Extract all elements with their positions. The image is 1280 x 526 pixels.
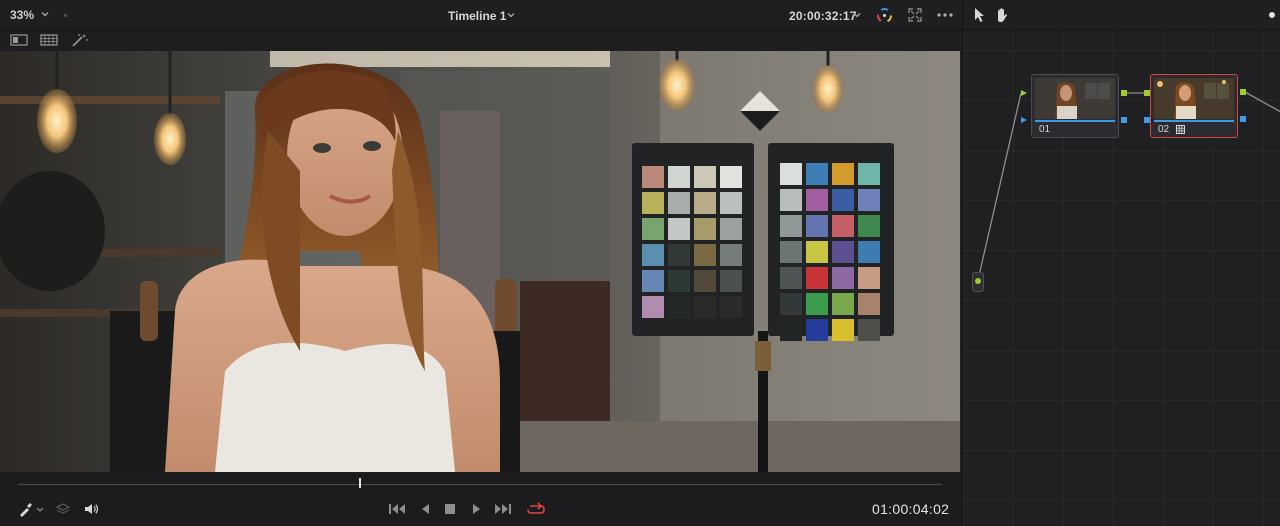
node-label: 02: [1158, 124, 1170, 135]
zoom-level[interactable]: 33%: [10, 8, 34, 22]
grid-icon: [1176, 125, 1185, 134]
skip-end-icon[interactable]: [494, 501, 512, 517]
chevron-down-icon[interactable]: [852, 10, 862, 20]
viewer-toolbar: 33% Timeline 1 20:00:32:17: [0, 0, 962, 31]
separator-dot: [64, 14, 67, 17]
viewer-panel: 33% Timeline 1 20:00:32:17 01:00:04:02: [0, 0, 962, 526]
video-frame[interactable]: [0, 51, 960, 472]
play-icon[interactable]: [468, 501, 484, 517]
color-wheel-icon[interactable]: [876, 7, 893, 24]
node-output-port[interactable]: [1121, 90, 1127, 96]
record-timecode: 01:00:04:02: [872, 501, 950, 517]
chevron-down-icon[interactable]: [40, 9, 50, 19]
source-input-node[interactable]: [972, 272, 984, 292]
skip-start-icon[interactable]: [388, 501, 406, 517]
source-timecode: 20:00:32:17: [789, 9, 857, 23]
node-output-port[interactable]: [1240, 89, 1246, 95]
magic-wand-icon[interactable]: [71, 33, 89, 47]
node-key-input-port[interactable]: [1021, 117, 1027, 123]
node-thumbnail: [1154, 78, 1234, 119]
grid-view-icon[interactable]: [40, 33, 58, 47]
node-output-bar: [1154, 120, 1234, 122]
input-port[interactable]: [975, 278, 981, 284]
node-input-port[interactable]: [1021, 90, 1027, 96]
layers-icon[interactable]: [55, 501, 71, 517]
speaker-icon[interactable]: [83, 501, 99, 517]
playhead[interactable]: [358, 478, 361, 488]
node-key-output-port[interactable]: [1240, 116, 1246, 122]
chevron-down-icon[interactable]: [506, 10, 516, 20]
eyedropper-icon[interactable]: [18, 501, 44, 517]
node-editor-panel[interactable]: 01 02: [962, 0, 1280, 526]
transport-controls: 01:00:04:02: [0, 498, 962, 526]
more-icon[interactable]: [935, 8, 955, 22]
node-01[interactable]: 01: [1031, 74, 1119, 138]
loop-icon[interactable]: [526, 500, 546, 518]
timeline-scrubber[interactable]: [0, 472, 962, 498]
node-thumbnail: [1035, 78, 1115, 119]
node-input-port[interactable]: [1144, 90, 1150, 96]
node-key-output-port[interactable]: [1121, 117, 1127, 123]
viewer-subtoolbar: [0, 31, 962, 51]
timeline-title[interactable]: Timeline 1: [448, 9, 506, 23]
node-output-bar: [1035, 120, 1115, 122]
node-02[interactable]: 02: [1150, 74, 1238, 138]
step-back-icon[interactable]: [418, 501, 434, 517]
node-key-input-port[interactable]: [1144, 117, 1150, 123]
scrubber-track[interactable]: [18, 484, 942, 485]
stop-icon[interactable]: [442, 501, 458, 517]
split-view-icon[interactable]: [10, 33, 28, 47]
node-label: 01: [1039, 124, 1051, 135]
expand-icon[interactable]: [908, 8, 922, 22]
